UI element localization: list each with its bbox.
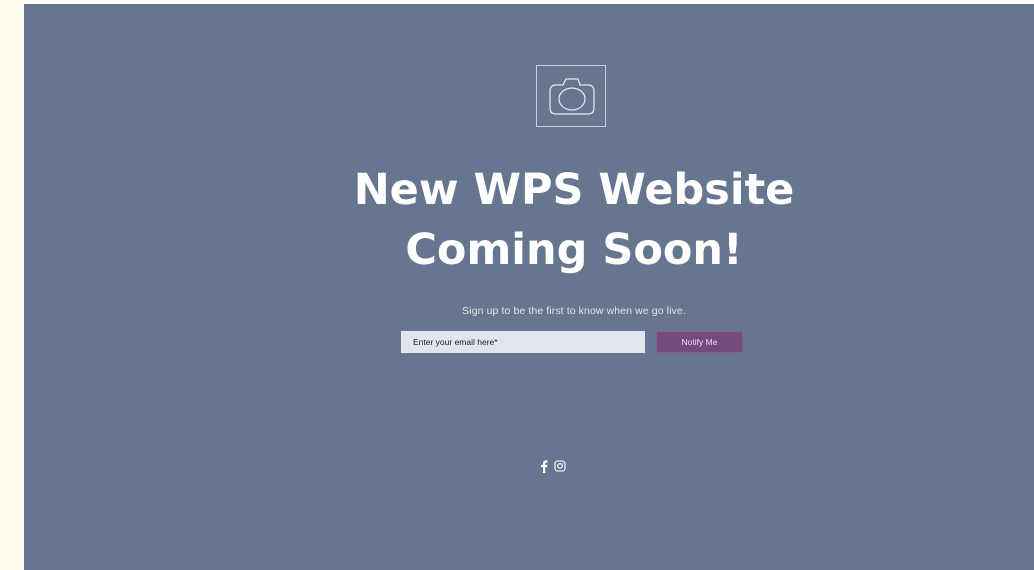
signup-subtitle: Sign up to be the first to know when we … [462,305,686,317]
social-links [540,459,566,473]
coming-soon-page: New WPS Website Coming Soon! Sign up to … [24,4,1034,570]
camera-outline-icon [549,78,595,115]
email-field[interactable] [401,331,645,353]
headline-line-1: New WPS Website [353,165,795,215]
camera-logo [536,65,606,127]
instagram-icon [554,460,566,472]
notify-me-button[interactable]: Notify Me [656,331,743,353]
page-title: New WPS Website Coming Soon! [24,160,1034,280]
facebook-icon [541,460,548,473]
instagram-link[interactable] [554,460,566,472]
headline-line-2: Coming Soon! [405,225,743,275]
facebook-link[interactable] [540,460,548,473]
